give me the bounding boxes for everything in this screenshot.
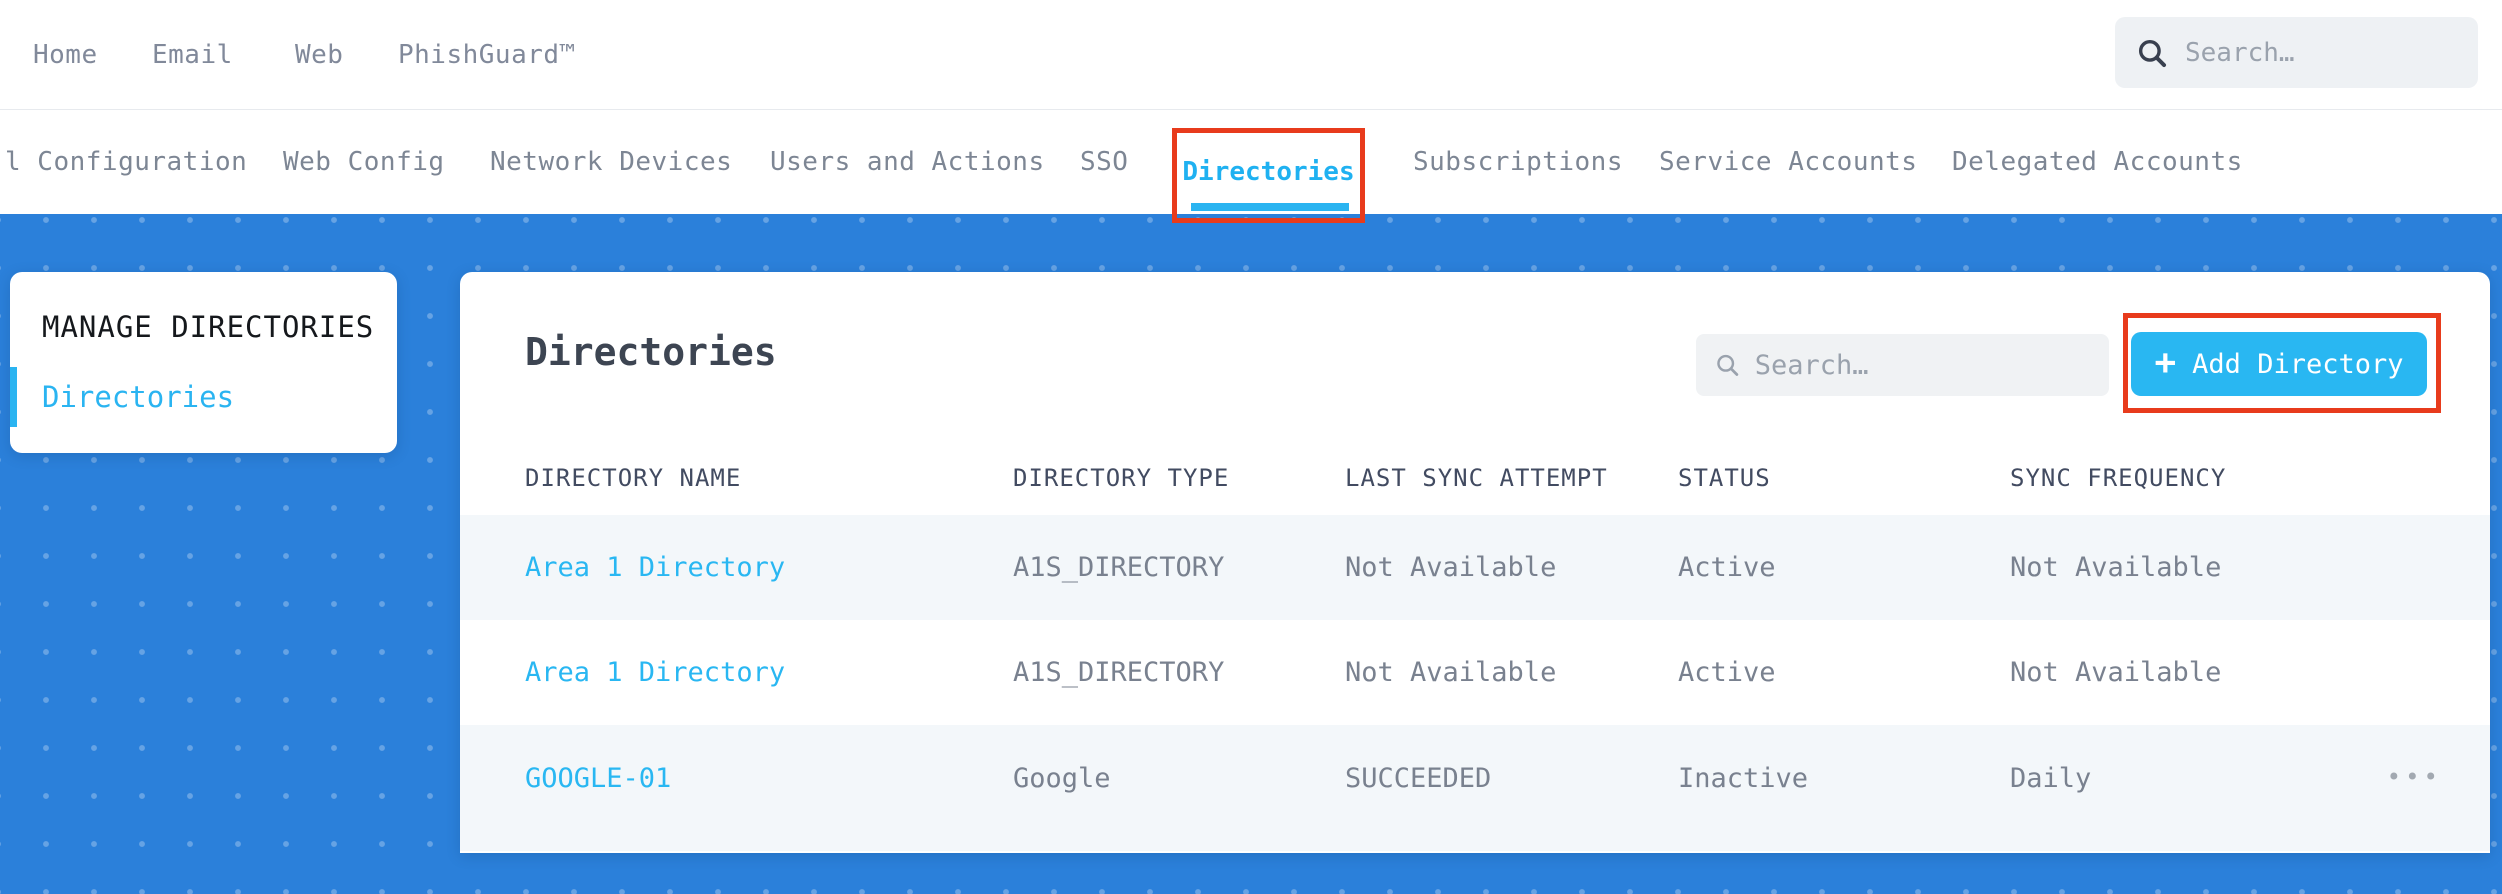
table-row: GOOGLE-01 Google SUCCEEDED Inactive Dail… [460, 725, 2490, 851]
directory-name-link[interactable]: Area 1 Directory [525, 552, 1013, 583]
directory-name-link[interactable]: Area 1 Directory [525, 657, 1013, 688]
plus-icon: + [2154, 341, 2177, 383]
settings-tab-bar: l Configuration Web Config Network Devic… [0, 110, 2502, 223]
tab-web-config[interactable]: Web Config [283, 147, 445, 177]
tab-directories[interactable]: Directories [1177, 157, 1360, 187]
directory-type-cell: A1S_DIRECTORY [1013, 657, 1225, 688]
column-header-directory-name: DIRECTORY NAME [525, 463, 742, 492]
sync-frequency-cell: Daily [2010, 763, 2092, 794]
search-icon [2138, 39, 2167, 67]
page-title: Directories [525, 330, 777, 374]
topnav-item-web[interactable]: Web [295, 40, 343, 70]
sidebar-item-directories[interactable]: Directories [42, 380, 234, 414]
directories-table: DIRECTORY NAME DIRECTORY TYPE LAST SYNC … [460, 440, 2490, 851]
directory-type-cell: A1S_DIRECTORY [1013, 552, 1225, 583]
active-item-indicator [10, 367, 17, 427]
sync-frequency-cell: Not Available [2010, 552, 2222, 583]
tab-subscriptions[interactable]: Subscriptions [1413, 147, 1623, 177]
topnav-item-email[interactable]: Email [152, 40, 233, 70]
manage-directories-panel: MANAGE DIRECTORIES Directories [10, 272, 397, 453]
row-actions-menu-icon[interactable]: ••• [2360, 763, 2442, 791]
column-header-last-sync: LAST SYNC ATTEMPT [1345, 463, 1608, 492]
last-sync-cell: Not Available [1345, 552, 1557, 583]
tab-sso[interactable]: SSO [1080, 147, 1128, 177]
directories-search-input[interactable] [1754, 349, 2091, 381]
table-header-row: DIRECTORY NAME DIRECTORY TYPE LAST SYNC … [460, 440, 2490, 515]
last-sync-cell: SUCCEEDED [1345, 763, 1492, 794]
add-directory-label: Add Directory [2192, 348, 2404, 380]
status-cell: Inactive [1678, 763, 1809, 794]
last-sync-cell: Not Available [1345, 657, 1557, 688]
tab-delegated-accounts[interactable]: Delegated Accounts [1952, 147, 2243, 177]
table-row: Area 1 Directory A1S_DIRECTORY Not Avail… [460, 620, 2490, 725]
directory-type-cell: Google [1013, 763, 1111, 794]
topnav-item-home[interactable]: Home [33, 40, 98, 70]
column-header-status: STATUS [1678, 463, 1771, 492]
directories-card: Directories + Add Directory DIRECTORY NA… [460, 272, 2490, 853]
top-nav-bar: Home Email Web PhishGuard™ [0, 0, 2502, 110]
search-icon [1717, 354, 1739, 376]
tab-network-devices[interactable]: Network Devices [490, 147, 732, 177]
active-tab-underline [1191, 203, 1349, 211]
workspace-background: MANAGE DIRECTORIES Directories Directori… [0, 214, 2502, 894]
tab-email-configuration[interactable]: l Configuration [5, 147, 247, 177]
table-row: Area 1 Directory A1S_DIRECTORY Not Avail… [460, 515, 2490, 620]
status-cell: Active [1678, 657, 1776, 688]
sync-frequency-cell: Not Available [2010, 657, 2222, 688]
topnav-item-phishguard[interactable]: PhishGuard™ [398, 40, 576, 70]
column-header-directory-type: DIRECTORY TYPE [1013, 463, 1230, 492]
tab-users-and-actions[interactable]: Users and Actions [770, 147, 1045, 177]
status-cell: Active [1678, 552, 1776, 583]
directory-name-link[interactable]: GOOGLE-01 [525, 763, 1013, 794]
add-directory-button[interactable]: + Add Directory [2131, 332, 2427, 396]
global-search-box[interactable] [2115, 17, 2478, 88]
directories-search-box[interactable] [1696, 334, 2109, 396]
tab-service-accounts[interactable]: Service Accounts [1659, 147, 1917, 177]
global-search-input[interactable] [2185, 37, 2458, 68]
annotation-box-directories-tab: Directories [1172, 128, 1365, 223]
column-header-sync-frequency: SYNC FREQUENCY [2010, 463, 2227, 492]
panel-title: MANAGE DIRECTORIES [42, 310, 375, 344]
